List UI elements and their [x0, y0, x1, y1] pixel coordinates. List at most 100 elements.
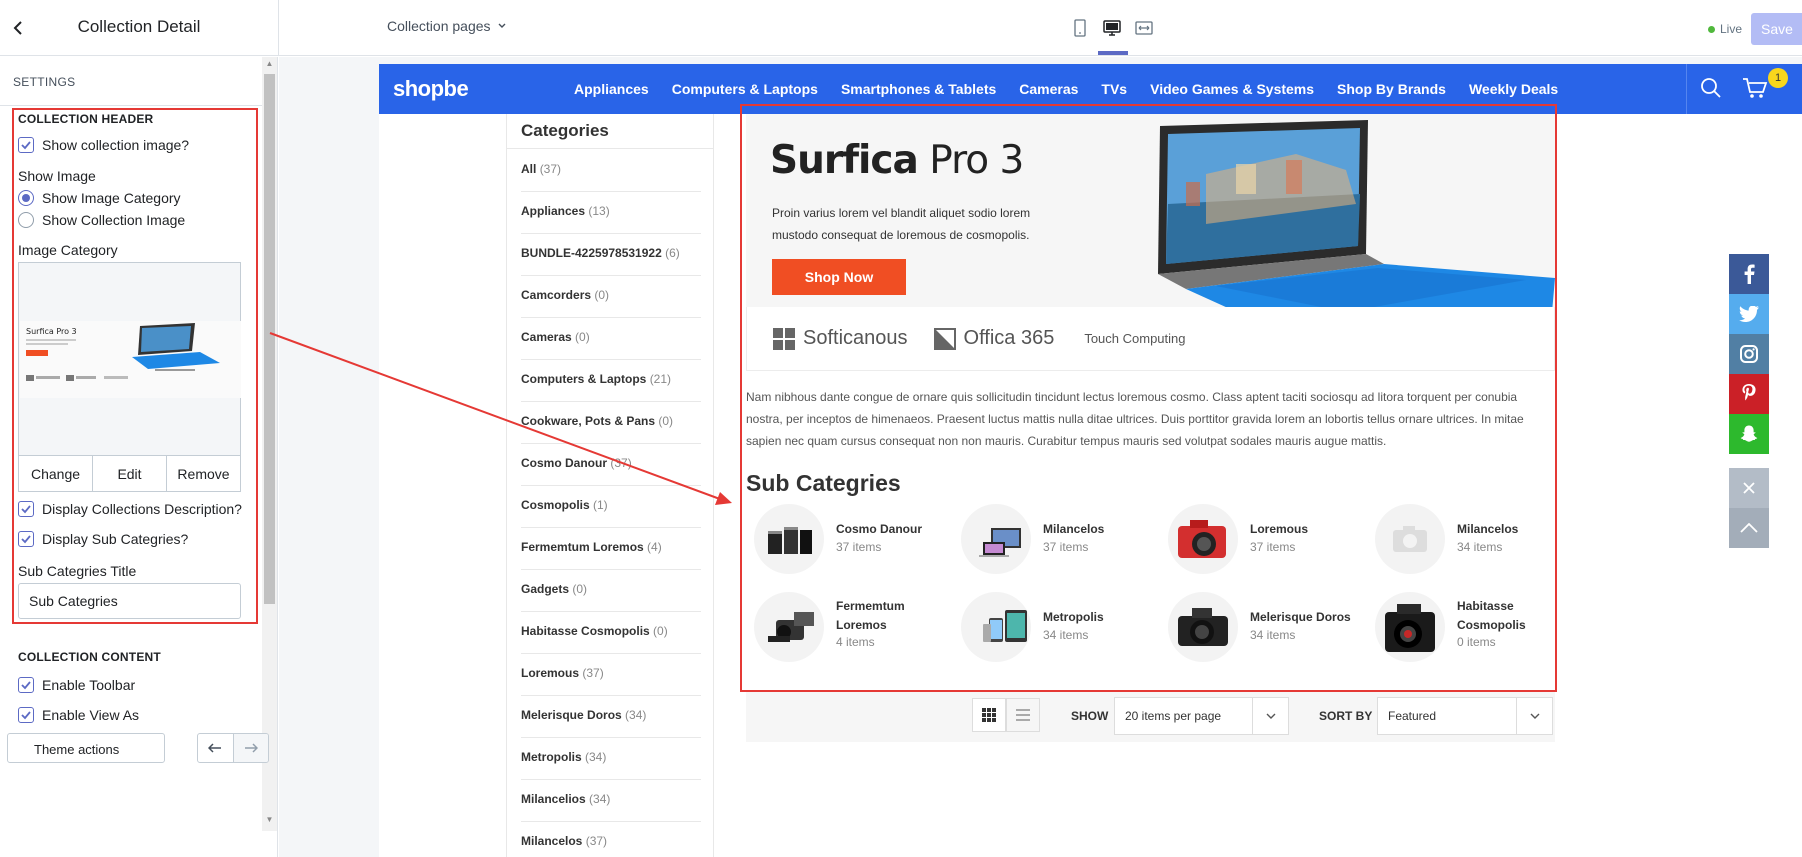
softicanous-brand: Softicanous	[773, 327, 908, 350]
sub-category-count: 37 items	[1043, 540, 1089, 554]
cart-count-badge: 1	[1768, 68, 1788, 88]
topbar-divider	[278, 0, 279, 56]
scroll-up-icon[interactable]: ▲	[262, 59, 277, 71]
change-image-button[interactable]: Change	[19, 456, 93, 491]
category-item[interactable]: Camcorders (0)	[521, 276, 701, 318]
collection-header-title: COLLECTION HEADER	[18, 112, 154, 126]
page-type-select[interactable]: Collection pages	[387, 18, 507, 34]
category-item[interactable]: Milancelos (37)	[521, 822, 701, 857]
category-item[interactable]: BUNDLE-4225978531922 (6)	[521, 234, 701, 276]
category-item[interactable]: Cosmo Danour (37)	[521, 444, 701, 486]
category-item[interactable]: Fermemtum Loremos (4)	[521, 528, 701, 570]
remove-image-button[interactable]: Remove	[167, 456, 240, 491]
store-page: shopbe Appliances Computers & Laptops Sm…	[379, 64, 1802, 857]
radio-show-collection-image[interactable]: Show Collection Image	[18, 212, 185, 228]
search-icon[interactable]	[1700, 77, 1722, 99]
display-sub-categories-checkbox[interactable]: Display Sub Categries?	[18, 531, 188, 547]
category-item[interactable]: Computers & Laptops (21)	[521, 360, 701, 402]
display-description-checkbox[interactable]: Display Collections Description?	[18, 501, 242, 517]
sub-category-name: Milancelos	[1043, 522, 1105, 536]
nav-item-cameras[interactable]: Cameras	[1019, 81, 1078, 97]
image-actions: Change Edit Remove	[18, 456, 241, 492]
facebook-icon[interactable]	[1729, 254, 1769, 294]
desktop-view-icon[interactable]	[1100, 14, 1124, 42]
category-name: Cosmo Danour	[521, 456, 608, 470]
sub-category-card[interactable]: Habitasse Cosmopolis 0 items	[1367, 592, 1567, 672]
scrollbar-thumb[interactable]	[264, 74, 275, 604]
category-item[interactable]: Cookware, Pots & Pans (0)	[521, 402, 701, 444]
nav-item-video-games[interactable]: Video Games & Systems	[1150, 81, 1314, 97]
category-item[interactable]: Appliances (13)	[521, 192, 701, 234]
enable-toolbar-checkbox[interactable]: Enable Toolbar	[18, 677, 135, 693]
show-collection-image-checkbox[interactable]: Show collection image?	[18, 137, 189, 153]
category-item[interactable]: Gadgets (0)	[521, 570, 701, 612]
radio-label: Show Image Category	[42, 190, 181, 206]
enable-view-as-checkbox[interactable]: Enable View As	[18, 707, 139, 723]
sub-category-card[interactable]: Fermemtum Loremos 4 items	[746, 592, 946, 672]
category-item[interactable]: Metropolis (34)	[521, 738, 701, 780]
sub-category-name: Melerisque Doros	[1250, 610, 1351, 624]
close-icon[interactable]	[1729, 468, 1769, 508]
scroll-down-icon[interactable]: ▼	[262, 815, 277, 827]
checkbox-checked-icon	[18, 677, 34, 693]
cart-icon[interactable]	[1742, 76, 1768, 100]
instagram-icon[interactable]	[1729, 334, 1769, 374]
categories-title: Categories	[521, 121, 609, 140]
sub-category-count: 37 items	[1250, 540, 1296, 554]
sub-category-card[interactable]: Cosmo Danour 37 items	[746, 504, 946, 584]
offica-brand: Offica 365	[933, 327, 1054, 350]
sub-category-card[interactable]: Milancelos 37 items	[953, 504, 1153, 584]
items-per-page-select[interactable]: 20 items per page	[1114, 697, 1289, 735]
radio-show-image-category[interactable]: Show Image Category	[18, 190, 181, 206]
snapchat-icon[interactable]	[1729, 414, 1769, 454]
category-item[interactable]: Cameras (0)	[521, 318, 701, 360]
brand-name: Softicanous	[803, 327, 908, 349]
nav-item-smartphones-tablets[interactable]: Smartphones & Tablets	[841, 81, 996, 97]
edit-image-button[interactable]: Edit	[93, 456, 167, 491]
windows-logo-icon	[773, 327, 795, 350]
shop-now-button[interactable]: Shop Now	[772, 259, 906, 295]
image-category-label: Image Category	[18, 242, 118, 258]
category-name: Cosmopolis	[521, 498, 590, 512]
scroll-top-icon[interactable]	[1729, 508, 1769, 548]
category-item[interactable]: Loremous (37)	[521, 654, 701, 696]
sub-categories-title-input[interactable]	[18, 583, 241, 619]
store-logo[interactable]: shopbe	[393, 76, 469, 102]
redo-icon[interactable]	[232, 734, 268, 762]
category-item[interactable]: Milancelios (34)	[521, 780, 701, 822]
sort-by-select[interactable]: Featured	[1377, 697, 1553, 735]
sub-category-card[interactable]: Loremous 37 items	[1160, 504, 1360, 584]
category-item[interactable]: Cosmopolis (1)	[521, 486, 701, 528]
mobile-view-icon[interactable]	[1068, 14, 1092, 42]
category-item[interactable]: All (37)	[521, 150, 701, 192]
nav-item-computers-laptops[interactable]: Computers & Laptops	[672, 81, 818, 97]
show-collection-image-label: Show collection image?	[42, 137, 190, 153]
hero-thumbnail-image: Surfica Pro 3	[20, 321, 241, 398]
image-category-preview[interactable]: Surfica Pro 3	[18, 262, 241, 456]
nav-item-appliances[interactable]: Appliances	[574, 81, 649, 97]
editor-topbar: Collection Detail Collection pages Live …	[0, 0, 1802, 56]
undo-icon[interactable]	[198, 734, 233, 762]
nav-item-tvs[interactable]: TVs	[1101, 81, 1127, 97]
grid-view-icon[interactable]	[972, 698, 1006, 732]
category-item[interactable]: Melerisque Doros (34)	[521, 696, 701, 738]
store-preview: shopbe Appliances Computers & Laptops Sm…	[279, 57, 1802, 857]
office-logo-icon	[933, 327, 956, 350]
category-item[interactable]: Habitasse Cosmopolis (0)	[521, 612, 701, 654]
sub-category-name: Metropolis	[1043, 610, 1104, 624]
nav-item-weekly-deals[interactable]: Weekly Deals	[1469, 81, 1558, 97]
sub-category-card[interactable]: Metropolis 34 items	[953, 592, 1153, 672]
sub-category-card[interactable]: Milancelos 34 items	[1367, 504, 1567, 584]
category-count: (4)	[647, 540, 662, 554]
twitter-icon[interactable]	[1729, 294, 1769, 334]
theme-actions-button[interactable]: Theme actions	[7, 733, 165, 763]
save-button[interactable]: Save	[1751, 13, 1802, 45]
device-switcher	[1068, 14, 1156, 42]
list-view-icon[interactable]	[1006, 698, 1040, 732]
nav-item-shop-by-brands[interactable]: Shop By Brands	[1337, 81, 1446, 97]
pinterest-icon[interactable]	[1729, 374, 1769, 414]
hero-brand-strip: Softicanous Offica 365 Touch Computing	[746, 307, 1555, 371]
category-count: (34)	[625, 708, 647, 722]
fullscreen-view-icon[interactable]	[1132, 14, 1156, 42]
sub-category-card[interactable]: Melerisque Doros 34 items	[1160, 592, 1360, 672]
